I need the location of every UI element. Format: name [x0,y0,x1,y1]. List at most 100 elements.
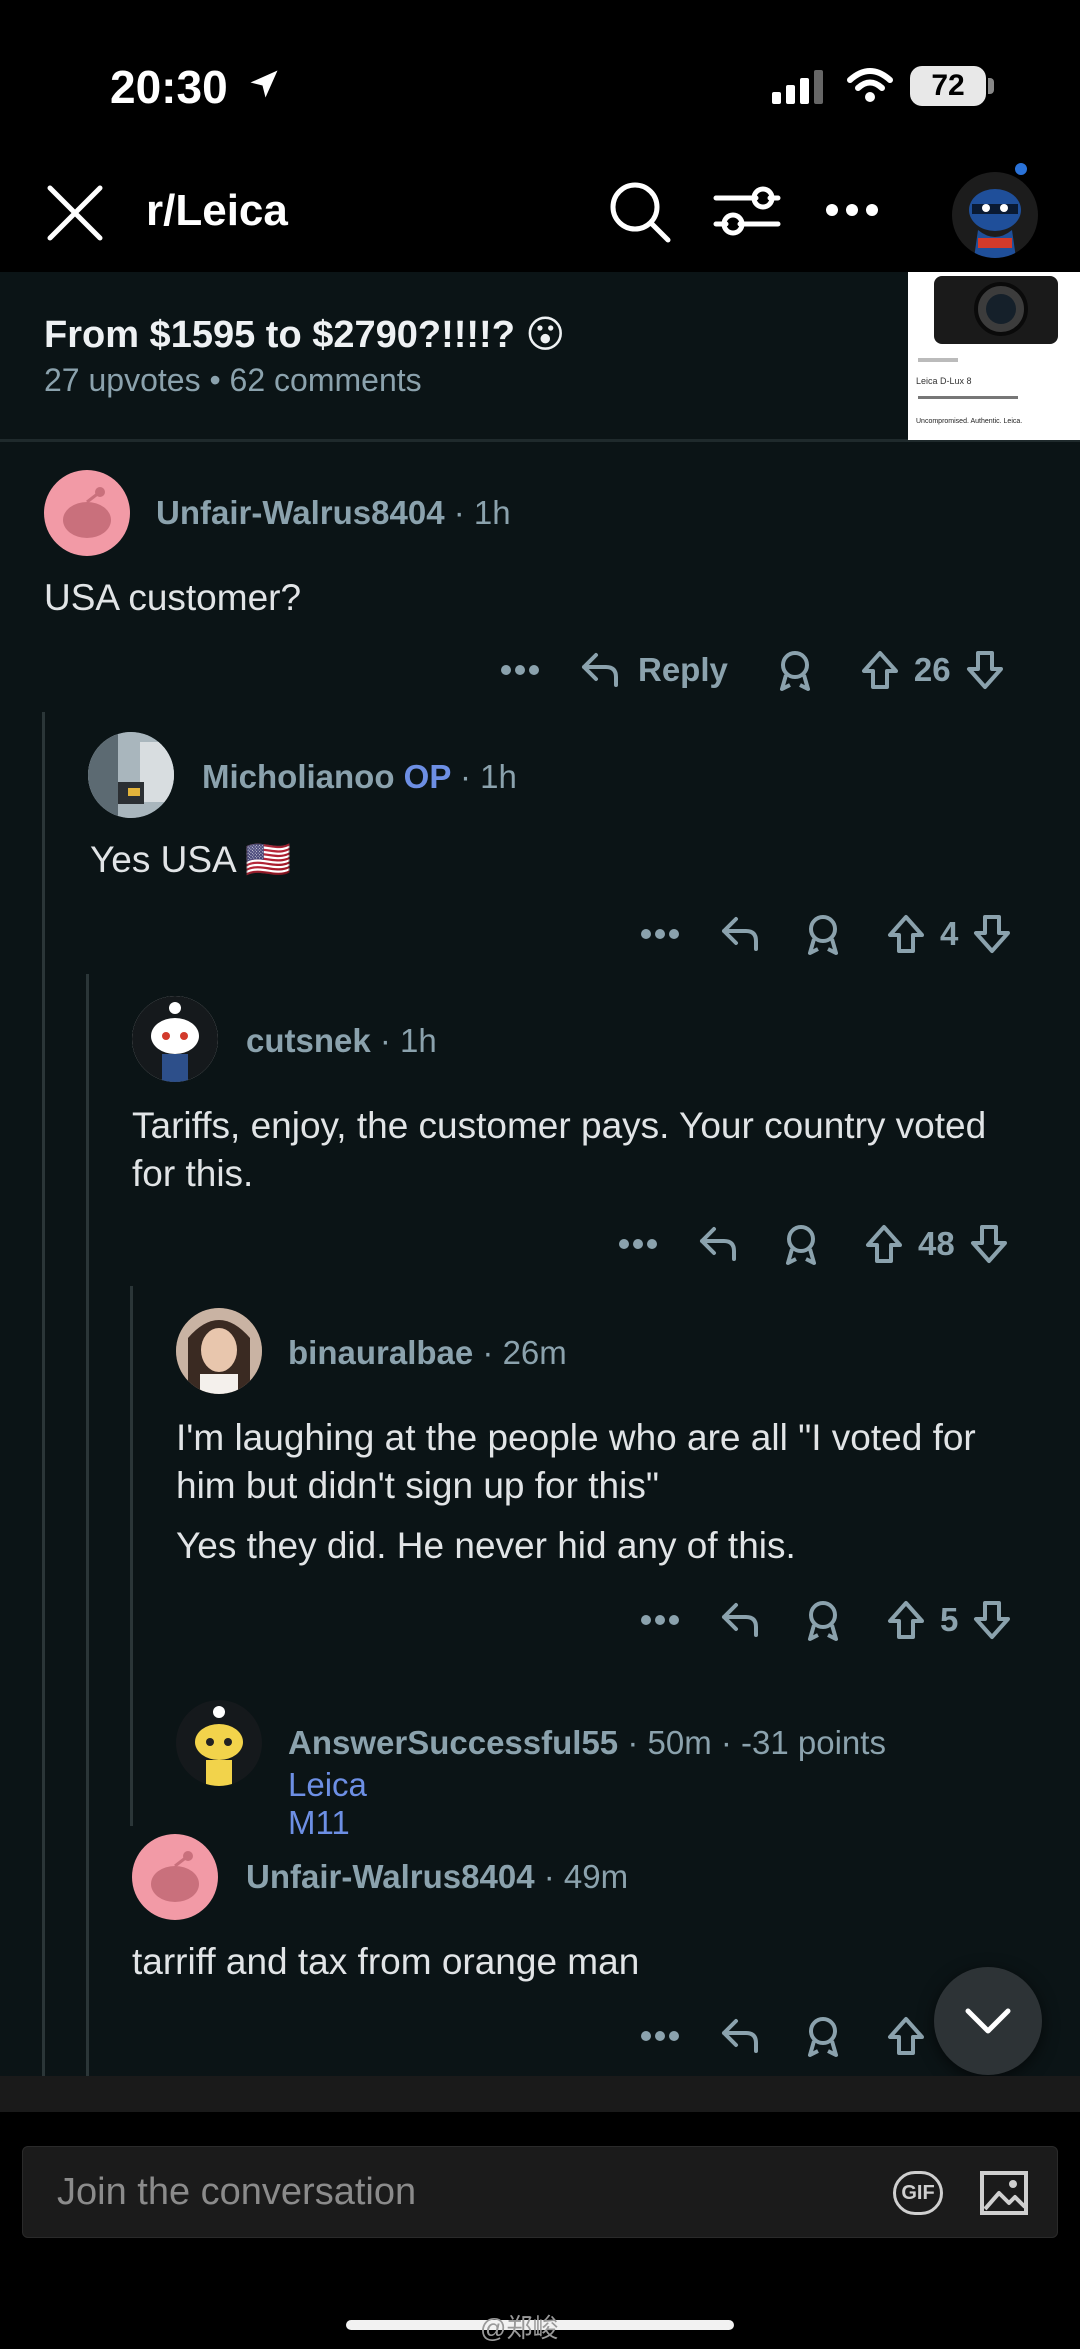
close-icon[interactable] [42,180,108,246]
vote-count: 48 [918,1225,955,1262]
author-name[interactable]: binauralbae [288,1334,473,1371]
more-icon[interactable] [824,202,880,218]
avatar[interactable] [88,732,174,818]
avatar[interactable] [132,1834,218,1920]
more-icon[interactable] [500,664,540,676]
meta-separator: • [209,362,221,398]
thread-line[interactable] [130,1286,133,1826]
comment-body: tarriff and tax from orange man [132,1941,640,1982]
more-icon[interactable] [640,2030,680,2042]
award-icon[interactable] [782,1223,820,1265]
upvote-icon[interactable] [864,1223,904,1265]
comment-time: · 1h [453,494,511,531]
comment-author[interactable]: Unfair-Walrus8404 · 1h [156,494,511,532]
comment-time: · 50m [627,1724,712,1761]
sort-filter-icon[interactable] [712,178,782,244]
author-name[interactable]: Micholianoo [202,758,395,795]
author-name[interactable]: Unfair-Walrus8404 [156,494,445,531]
comment-body: USA customer? [44,577,302,618]
avatar[interactable] [44,470,130,556]
upvote-icon[interactable] [886,1599,926,1641]
comment-time: · 1h [379,1022,437,1059]
snoo-avatar-icon [132,996,218,1082]
subreddit-title[interactable]: r/Leica [146,186,288,236]
comment-time: · 26m [482,1334,567,1371]
downvote-icon[interactable] [972,1599,1012,1641]
avatar[interactable] [132,996,218,1082]
comment-actions: 48 [618,1214,1009,1274]
more-icon[interactable] [640,928,680,940]
award-icon[interactable] [804,913,842,955]
comment-actions [640,2006,926,2066]
award-icon[interactable] [804,1599,842,1641]
notification-dot [1012,160,1030,178]
next-comment-button[interactable] [934,1967,1042,2075]
author-name[interactable]: cutsnek [246,1022,371,1059]
snoo-icon [63,487,111,538]
award-icon[interactable] [804,2015,842,2057]
downvote-icon[interactable] [972,913,1012,955]
comment-composer-bar: Join the conversation GIF @郑峻 [0,2076,1080,2349]
upvote-icon[interactable] [860,649,900,691]
profile-avatar[interactable] [952,172,1038,258]
post-upvotes: 27 upvotes [44,362,201,398]
avatar[interactable] [176,1308,262,1394]
upvote-icon[interactable] [886,2015,926,2057]
post-thumbnail[interactable]: Leica D-Lux 8 Uncompromised. Authentic. … [908,272,1080,440]
reply-button[interactable]: Reply [638,651,728,689]
comment-time: · 49m [543,1858,629,1895]
comment-author[interactable]: Unfair-Walrus8404 · 49m [246,1858,628,1896]
composer-divider [0,2076,1080,2112]
chevron-down-icon [965,2008,1011,2034]
reply-icon[interactable] [580,651,620,689]
reply-icon[interactable] [720,915,760,953]
image-icon[interactable] [979,2167,1029,2217]
reply-icon[interactable] [698,1225,738,1263]
reply-icon[interactable] [720,1601,760,1639]
reply-icon[interactable] [720,2017,760,2055]
comment-points: · -31 points [720,1724,886,1761]
battery-tip [988,78,994,94]
author-name[interactable]: Unfair-Walrus8404 [246,1858,535,1895]
post-title[interactable]: From $1595 to $2790?!!!!? 😮 [44,312,565,357]
thumb-rating [918,358,958,362]
downvote-icon[interactable] [969,1223,1009,1265]
author-name[interactable]: AnswerSuccessful55 [288,1724,618,1761]
comment-time: · 1h [459,758,517,795]
comments-feed[interactable]: From $1595 to $2790?!!!!? 😮 27 upvotes •… [0,272,1080,2076]
avatar[interactable] [176,1700,262,1786]
upvote-icon[interactable] [886,913,926,955]
post-summary[interactable]: From $1595 to $2790?!!!!? 😮 27 upvotes •… [0,272,1080,442]
photo-avatar-icon [176,1308,262,1394]
more-icon[interactable] [618,1238,658,1250]
comment-input[interactable]: Join the conversation GIF [22,2146,1058,2238]
vote-count: 5 [940,1601,959,1638]
subreddit-header: r/Leica [0,160,1080,272]
comment-author[interactable]: cutsnek · 1h [246,1022,437,1060]
thread-line[interactable] [42,712,45,2076]
thread-line[interactable] [86,974,89,2076]
location-arrow-icon [250,70,278,98]
camera-lens-glass [986,294,1016,324]
comment-actions: 4 [640,904,1012,964]
comment-actions: Reply 26 [500,640,1005,700]
comment-body: Yes USA 🇺🇸 [90,839,292,880]
snoo-avatar-icon [969,189,1021,258]
battery-icon: 72 [910,66,986,106]
snoo-icon [151,1851,199,1902]
search-icon[interactable] [606,178,674,246]
comment-author[interactable]: AnswerSuccessful55 · 50m · -31 points [288,1724,886,1762]
thumb-tagline: Uncompromised. Authentic. Leica. [916,418,1023,425]
comment-body-paragraph: Yes they did. He never hid any of this. [176,1525,796,1566]
award-icon[interactable] [776,649,814,691]
post-comments-count: 62 comments [229,362,422,398]
comment-author[interactable]: binauralbae · 26m [288,1334,567,1372]
battery-level: 72 [931,69,965,102]
comment-actions: 5 [640,1590,1012,1650]
downvote-icon[interactable] [965,649,1005,691]
gif-icon[interactable]: GIF [893,2171,943,2215]
snoo-avatar-icon [195,1706,243,1786]
more-icon[interactable] [640,1614,680,1626]
comment-author[interactable]: Micholianoo OP · 1h [202,758,517,796]
comment-input-placeholder[interactable]: Join the conversation [57,2171,416,2214]
